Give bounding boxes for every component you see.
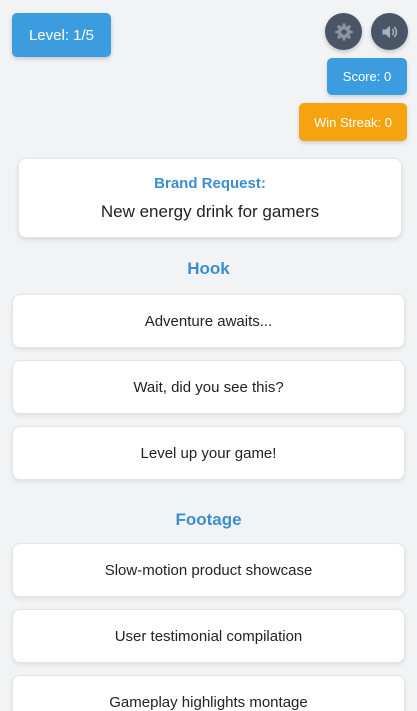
game-screen: Level: 1/5 Score: 0 Win Streak: 0 Brand … bbox=[0, 0, 417, 711]
footage-option-label: Gameplay highlights montage bbox=[109, 693, 308, 711]
hook-option[interactable]: Wait, did you see this? bbox=[12, 360, 405, 414]
brand-request-label: Brand Request: bbox=[154, 175, 266, 192]
footage-option[interactable]: Slow-motion product showcase bbox=[12, 543, 405, 597]
win-streak-badge: Win Streak: 0 bbox=[299, 103, 407, 141]
win-streak-label: Win Streak: 0 bbox=[313, 114, 393, 130]
footage-option[interactable]: Gameplay highlights montage bbox=[12, 675, 405, 711]
speaker-icon bbox=[382, 25, 397, 38]
hook-option-label: Adventure awaits... bbox=[144, 312, 273, 330]
brand-request-text: New energy drink for gamers bbox=[100, 202, 320, 221]
footage-section-title: Footage bbox=[175, 510, 242, 529]
level-label: Level: 1/5 bbox=[28, 26, 95, 44]
hook-option-label: Wait, did you see this? bbox=[133, 378, 284, 396]
hook-option-label: Level up your game! bbox=[140, 444, 277, 462]
hook-option[interactable]: Adventure awaits... bbox=[12, 294, 405, 348]
level-button[interactable]: Level: 1/5 bbox=[12, 13, 111, 57]
score-badge: Score: 0 bbox=[327, 58, 407, 95]
footage-option-label: User testimonial compilation bbox=[114, 627, 303, 645]
hook-section-title: Hook bbox=[187, 259, 230, 278]
footage-option[interactable]: User testimonial compilation bbox=[12, 609, 405, 663]
gear-icon bbox=[334, 22, 353, 41]
settings-button[interactable] bbox=[325, 13, 362, 50]
sound-button[interactable] bbox=[371, 13, 408, 50]
brand-request-card: Brand Request: New energy drink for game… bbox=[18, 158, 402, 238]
score-label: Score: 0 bbox=[342, 69, 392, 84]
footage-option-label: Slow-motion product showcase bbox=[104, 561, 313, 579]
hook-option[interactable]: Level up your game! bbox=[12, 426, 405, 480]
